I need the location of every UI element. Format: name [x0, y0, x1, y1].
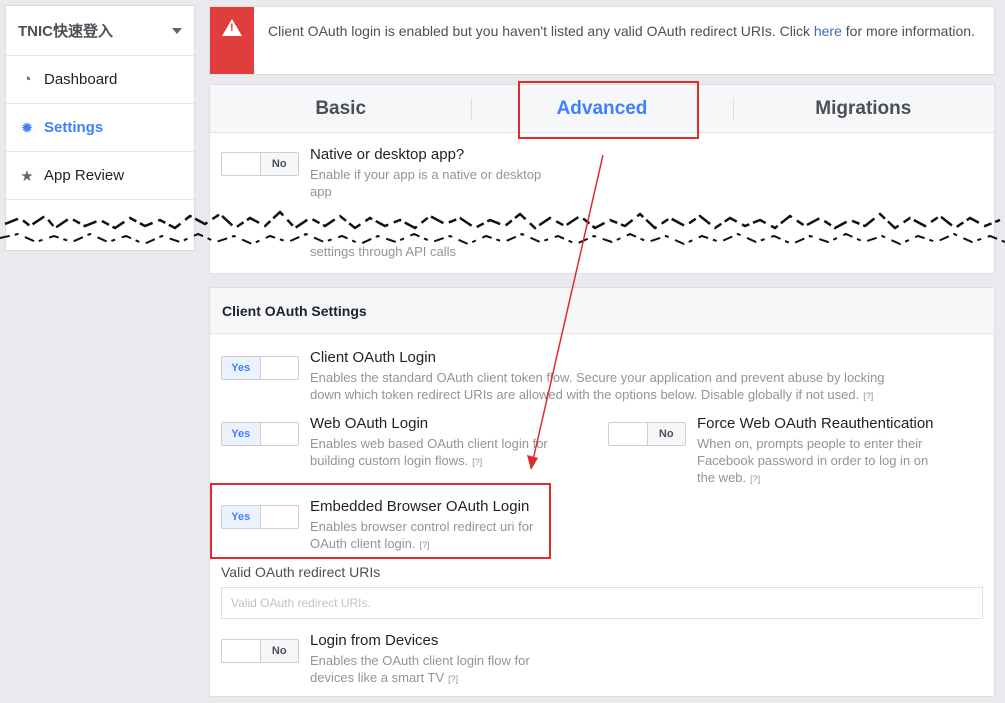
star-icon: ★: [20, 167, 34, 185]
native-app-setting: No Native or desktop app? Enable if your…: [221, 146, 560, 200]
sidebar-item-label: App Review: [44, 167, 125, 184]
setting-title: Force Web OAuth Reauthentication: [697, 415, 934, 432]
setting-description: Enables the OAuth client login flow for …: [310, 652, 540, 688]
toggle-state: No: [259, 640, 298, 662]
redaction-scribble: [0, 210, 1005, 246]
setting-title: Login from Devices: [310, 632, 439, 649]
toggle-state: No: [646, 423, 685, 445]
setting-description-text: Enables web based OAuth client login for…: [310, 436, 548, 468]
tab-migrations[interactable]: Migrations: [732, 85, 994, 132]
setting-title: Web OAuth Login: [310, 415, 429, 432]
setting-description: Enable if your app is a native or deskto…: [310, 167, 542, 199]
tab-basic[interactable]: Basic: [210, 85, 471, 132]
setting-description-text: When on, prompts people to enter their F…: [697, 436, 929, 485]
help-icon[interactable]: [?]: [472, 457, 482, 467]
sidebar-item-dashboard[interactable]: ◔ Dashboard: [6, 56, 194, 104]
toggle-off-side: [609, 423, 647, 445]
client-oauth-login-setting: Yes Client OAuth Login Enables the stand…: [221, 349, 905, 405]
setting-title: Native or desktop app?: [310, 146, 465, 163]
sidebar-item-settings[interactable]: ✹ Settings: [6, 104, 194, 152]
login-from-devices-toggle[interactable]: No: [221, 639, 299, 663]
toggle-off-side: [222, 640, 260, 662]
login-from-devices-setting: No Login from Devices Enables the OAuth …: [221, 632, 540, 688]
sidebar-item-app-review[interactable]: ★ App Review: [6, 152, 194, 200]
web-oauth-login-setting: Yes Web OAuth Login Enables web based OA…: [221, 415, 565, 471]
gear-icon: ✹: [20, 119, 34, 137]
advanced-tab-highlight: [518, 81, 699, 139]
alert-text-after: for more information.: [841, 23, 975, 39]
help-icon[interactable]: [?]: [448, 674, 458, 684]
setting-title: Client OAuth Login: [310, 349, 436, 366]
setting-description: Enables web based OAuth client login for…: [310, 435, 565, 471]
panel-heading: Client OAuth Settings: [210, 288, 994, 334]
embedded-browser-highlight: [210, 483, 551, 559]
force-reauth-toggle[interactable]: No: [608, 422, 686, 446]
help-icon[interactable]: [?]: [863, 391, 873, 401]
setting-description: When on, prompts people to enter their F…: [697, 435, 937, 488]
setting-description-text: Enables the standard OAuth client token …: [310, 370, 885, 402]
toggle-off-side: [222, 153, 260, 175]
web-oauth-login-toggle[interactable]: Yes: [221, 422, 299, 446]
sidebar-item-label: Settings: [44, 119, 104, 136]
redirect-uris-input[interactable]: Valid OAuth redirect URIs.: [221, 587, 983, 619]
setting-description-text: Enables the OAuth client login flow for …: [310, 653, 530, 685]
native-app-toggle[interactable]: No: [221, 152, 299, 176]
help-icon[interactable]: [?]: [750, 474, 760, 484]
warning-icon: !: [222, 19, 242, 36]
toggle-state: Yes: [222, 423, 261, 445]
toggle-state: Yes: [222, 357, 261, 379]
toggle-state: No: [259, 153, 298, 175]
setting-description: Enables the standard OAuth client token …: [310, 369, 905, 405]
redirect-uris-label: Valid OAuth redirect URIs: [221, 564, 381, 580]
force-reauth-setting: No Force Web OAuth Reauthentication When…: [608, 415, 937, 488]
alert-bar: !: [210, 7, 254, 74]
chevron-down-icon[interactable]: [172, 28, 182, 34]
sidebar-item-label: Dashboard: [44, 71, 118, 88]
oauth-warning-alert: ! Client OAuth login is enabled but you …: [209, 6, 995, 75]
app-name: TNIC快速登入: [18, 23, 113, 40]
dashboard-icon: ◔: [22, 71, 32, 88]
client-oauth-login-toggle[interactable]: Yes: [221, 356, 299, 380]
app-selector[interactable]: TNIC快速登入: [6, 6, 194, 56]
alert-message: Client OAuth login is enabled but you ha…: [254, 7, 989, 74]
toggle-off-side: [261, 423, 299, 445]
alert-here-link[interactable]: here: [814, 23, 842, 39]
alert-text: Client OAuth login is enabled but you ha…: [268, 23, 810, 39]
toggle-off-side: [261, 357, 299, 379]
